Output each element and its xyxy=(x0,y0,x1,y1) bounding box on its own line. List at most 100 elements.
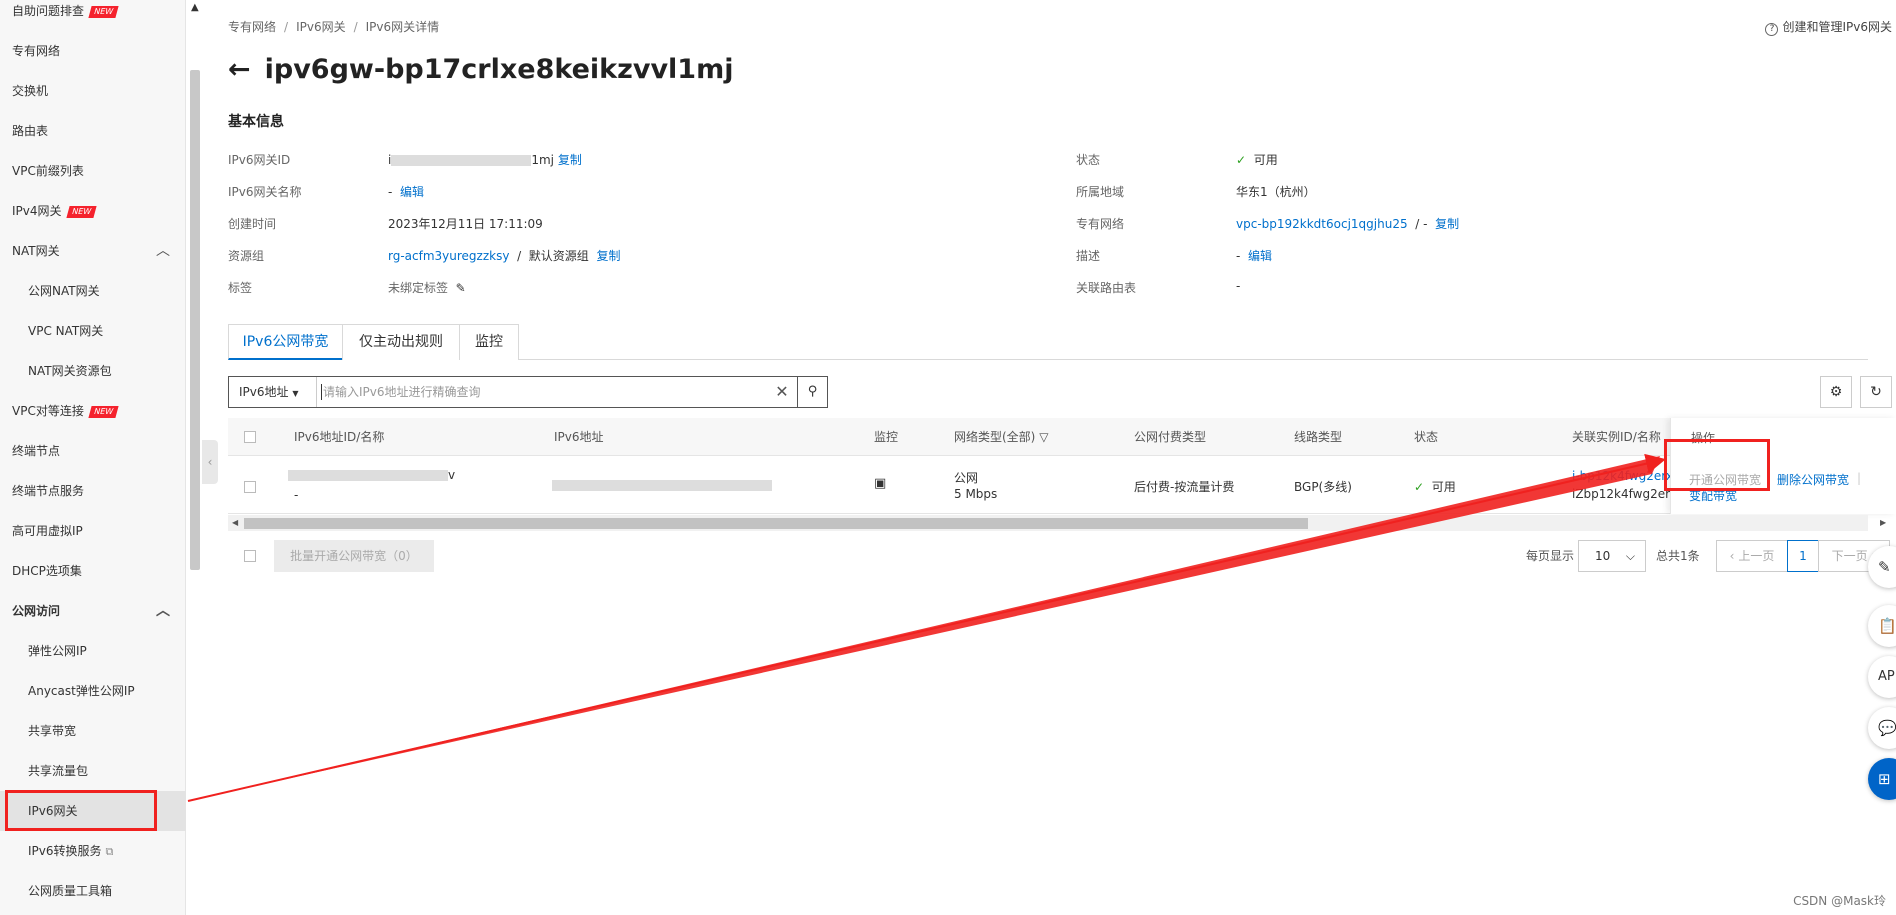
search-button[interactable]: ⚲ xyxy=(797,377,827,407)
search-input[interactable] xyxy=(323,383,653,401)
tab-ipv6-bandwidth[interactable]: IPv6公网带宽 xyxy=(228,324,343,360)
sidebar-item-nat-package[interactable]: NAT网关资源包 xyxy=(0,353,186,389)
sidebar-item-vpc-peering[interactable]: VPC对等连接 NEW xyxy=(0,393,186,429)
scroll-up-icon[interactable]: ▲ xyxy=(191,2,199,13)
tab-monitoring[interactable]: 监控 xyxy=(459,324,519,360)
vpc-link[interactable]: vpc-bp192kkdt6ocj1qgjhu25 xyxy=(1236,217,1408,231)
prev-page-label: 上一页 xyxy=(1738,549,1775,563)
resource-group-value: rg-acfm3yuregzzksy / 默认资源组 复制 xyxy=(388,247,620,264)
sidebar-item-endpoint-service[interactable]: 终端节点服务 xyxy=(0,473,186,509)
external-link-icon: ⧉ xyxy=(105,845,114,858)
batch-open-bandwidth-button[interactable]: 批量开通公网带宽（0） xyxy=(274,540,434,572)
sidebar-item-label: VPC对等连接 xyxy=(12,404,84,418)
sidebar-item-shared-bandwidth[interactable]: 共享带宽 xyxy=(0,713,186,749)
clipboard-icon[interactable]: 📋 xyxy=(1868,605,1896,647)
api-icon-text: API xyxy=(1878,669,1896,684)
sidebar-item-label: 公网质量工具箱 xyxy=(28,884,113,898)
region-value: 华东1（杭州） xyxy=(1236,185,1316,199)
chevron-left-icon: ‹ xyxy=(1729,549,1735,563)
new-badge: NEW xyxy=(88,5,119,18)
scroll-right-icon[interactable]: ▶ xyxy=(1880,515,1886,531)
back-arrow-icon[interactable]: ← xyxy=(228,54,251,85)
route-table-value: - xyxy=(1236,279,1241,293)
monitor-icon[interactable]: ▣ xyxy=(874,476,886,491)
sidebar-item-ipv4-gateway[interactable]: IPv4网关 NEW xyxy=(0,193,186,229)
gateway-name-value: - 编辑 xyxy=(388,183,424,200)
api-icon[interactable]: API xyxy=(1868,656,1896,698)
sidebar-item-label: 专有网络 xyxy=(12,44,61,58)
edit-name-link[interactable]: 编辑 xyxy=(400,185,424,199)
column-header-filter[interactable]: 网络类型(全部) ▽ xyxy=(954,418,1048,456)
page-size-select[interactable]: 10 ⌵ xyxy=(1578,540,1646,572)
sidebar-item-vpc-nat[interactable]: VPC NAT网关 xyxy=(0,313,186,349)
pencil-icon[interactable]: ✎ xyxy=(456,281,466,295)
sidebar-item-prefix-list[interactable]: VPC前缀列表 xyxy=(0,153,186,189)
tab-egress-only-rules[interactable]: 仅主动出规则 xyxy=(342,324,460,360)
edit-icon[interactable]: ✎ xyxy=(1868,546,1896,588)
sidebar-item-ipv6-translation[interactable]: IPv6转换服务 ⧉ xyxy=(0,833,186,869)
help-link[interactable]: ? 创建和管理IPv6网关 xyxy=(1765,18,1892,36)
sidebar-section-public-access[interactable]: 公网访问 ︿ xyxy=(0,593,186,629)
footer-select-all-checkbox[interactable] xyxy=(244,550,256,562)
select-all-checkbox[interactable] xyxy=(244,431,256,443)
sidebar-item-label: VPC NAT网关 xyxy=(28,324,104,338)
column-header: 监控 xyxy=(874,430,899,444)
sidebar-item-route-table[interactable]: 路由表 xyxy=(0,113,186,149)
sidebar-item-dhcp[interactable]: DHCP选项集 xyxy=(0,553,186,589)
search-field-select[interactable]: IPv6地址 ▼ xyxy=(229,377,317,407)
new-badge: NEW xyxy=(88,405,119,418)
copy-vpc-link[interactable]: 复制 xyxy=(1435,217,1459,231)
resource-group-link[interactable]: rg-acfm3yuregzzksy xyxy=(388,249,509,263)
page-size-value: 10 xyxy=(1595,549,1611,563)
sidebar-item-quality-toolbox[interactable]: 公网质量工具箱 xyxy=(0,873,186,909)
description-value: - 编辑 xyxy=(1236,247,1272,264)
edit-description-link[interactable]: 编辑 xyxy=(1248,249,1272,263)
ipv6-address xyxy=(552,478,772,492)
horizontal-scrollbar[interactable]: ◀ ▶ xyxy=(228,515,1886,531)
field-label: 专有网络 xyxy=(1076,217,1125,231)
page-number-button[interactable]: 1 xyxy=(1787,540,1819,572)
clear-icon[interactable]: ✕ xyxy=(772,377,792,407)
section-heading-basic-info: 基本信息 xyxy=(228,114,284,130)
collapse-sidebar-handle[interactable]: ‹ xyxy=(202,440,218,484)
sidebar-item-havip[interactable]: 高可用虚拟IP xyxy=(0,513,186,549)
copy-gateway-id-link[interactable]: 复制 xyxy=(558,153,582,167)
field-label: 标签 xyxy=(228,281,253,295)
filter-icon[interactable]: ▽ xyxy=(1039,430,1048,444)
sidebar-item-vswitch[interactable]: 交换机 xyxy=(0,73,186,109)
field-label: IPv6网关ID xyxy=(228,153,291,167)
settings-button[interactable]: ⚙ xyxy=(1820,376,1852,408)
sidebar-item-label: 终端节点 xyxy=(12,444,61,458)
row-checkbox[interactable] xyxy=(244,481,256,493)
refresh-button[interactable]: ↻ xyxy=(1860,376,1892,408)
horizontal-scroll-thumb[interactable] xyxy=(244,518,1308,529)
sidebar-item-label: NAT网关资源包 xyxy=(28,364,112,378)
sidebar-item-nat-gateway[interactable]: NAT网关 ︿ xyxy=(0,233,186,269)
sidebar-item-vpc[interactable]: 专有网络 xyxy=(0,33,186,69)
column-header: 线路类型 xyxy=(1294,430,1343,444)
tab-bar: IPv6公网带宽 仅主动出规则 监控 xyxy=(228,324,1868,360)
breadcrumb-item[interactable]: 专有网络 xyxy=(228,20,276,34)
column-header-label: 网络类型(全部) xyxy=(954,430,1036,444)
delete-bandwidth-link[interactable]: 删除公网带宽 xyxy=(1777,471,1849,488)
sidebar-item-self-diagnosis[interactable]: 自助问题排查 NEW xyxy=(0,0,186,29)
watermark: CSDN @Mask玲 xyxy=(1793,894,1886,908)
sidebar-item-public-nat[interactable]: 公网NAT网关 xyxy=(0,273,186,309)
gateway-name-text: - xyxy=(388,185,393,199)
column-header: 关联实例ID/名称 xyxy=(1572,430,1661,444)
prev-page-button[interactable]: ‹ 上一页 xyxy=(1716,540,1788,572)
redacted-mask xyxy=(391,155,532,166)
breadcrumb-item[interactable]: IPv6网关 xyxy=(296,20,346,34)
field-label: 资源组 xyxy=(228,249,265,263)
scroll-left-icon[interactable]: ◀ xyxy=(232,515,238,531)
copy-resource-group-link[interactable]: 复制 xyxy=(596,249,620,263)
chevron-left-icon: ‹ xyxy=(207,455,213,469)
apps-icon[interactable]: ⊞ xyxy=(1868,758,1896,800)
sidebar-item-shared-traffic[interactable]: 共享流量包 xyxy=(0,753,186,789)
line-type: BGP(多线) xyxy=(1294,480,1352,494)
chat-icon[interactable]: 💬 xyxy=(1868,707,1896,749)
sidebar-scrollbar[interactable] xyxy=(190,70,200,570)
sidebar-item-anycast-eip[interactable]: Anycast弹性公网IP xyxy=(0,673,186,709)
sidebar-item-eip[interactable]: 弹性公网IP xyxy=(0,633,186,669)
sidebar-item-endpoint[interactable]: 终端节点 xyxy=(0,433,186,469)
